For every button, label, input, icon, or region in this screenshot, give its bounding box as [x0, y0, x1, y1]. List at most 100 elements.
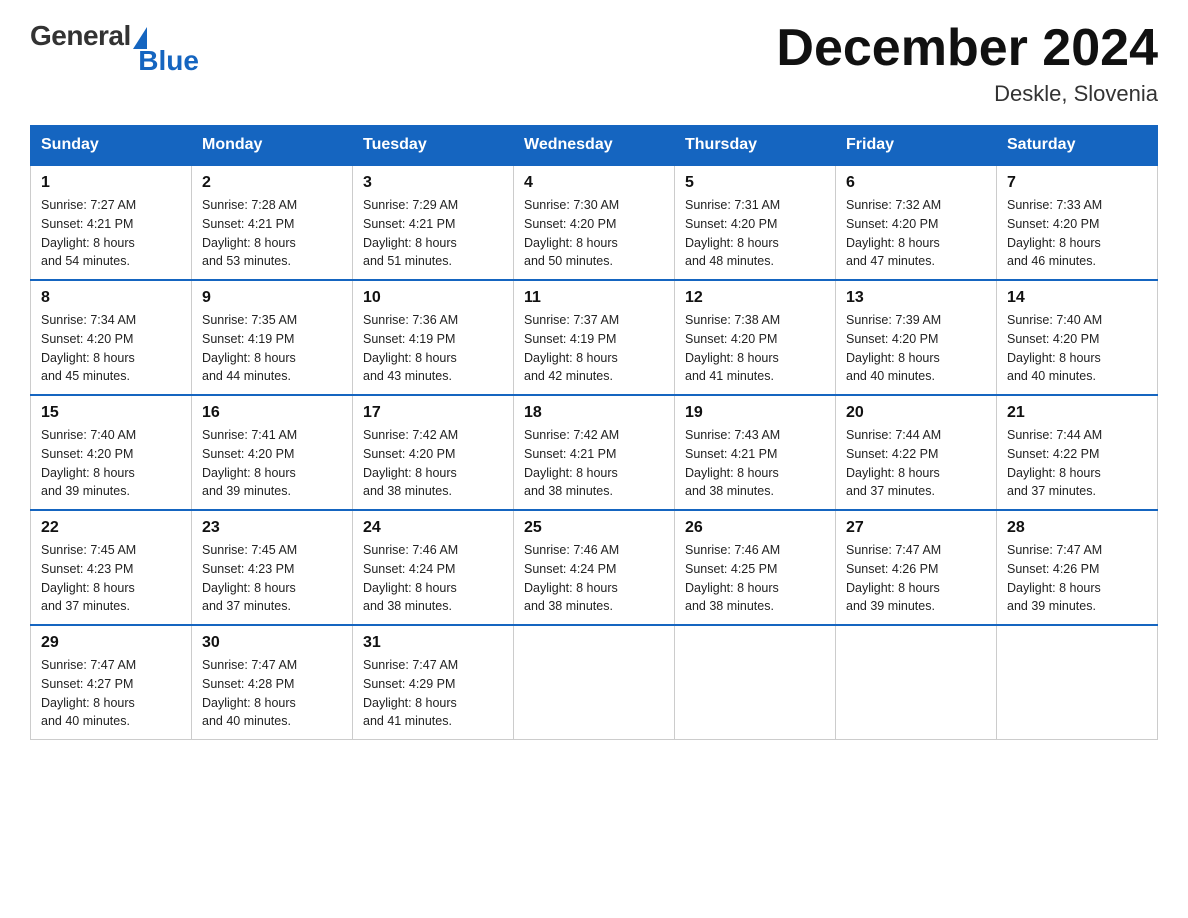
day-info: Sunrise: 7:47 AM Sunset: 4:26 PM Dayligh…: [1007, 541, 1147, 616]
day-number: 22: [41, 519, 181, 537]
calendar-header-row: Sunday Monday Tuesday Wednesday Thursday…: [31, 126, 1158, 166]
day-info: Sunrise: 7:38 AM Sunset: 4:20 PM Dayligh…: [685, 311, 825, 386]
day-info: Sunrise: 7:28 AM Sunset: 4:21 PM Dayligh…: [202, 196, 342, 271]
day-info: Sunrise: 7:33 AM Sunset: 4:20 PM Dayligh…: [1007, 196, 1147, 271]
day-info: Sunrise: 7:47 AM Sunset: 4:29 PM Dayligh…: [363, 656, 503, 731]
table-row: 27 Sunrise: 7:47 AM Sunset: 4:26 PM Dayl…: [836, 510, 997, 625]
day-info: Sunrise: 7:45 AM Sunset: 4:23 PM Dayligh…: [202, 541, 342, 616]
day-number: 10: [363, 289, 503, 307]
calendar-week-row: 1 Sunrise: 7:27 AM Sunset: 4:21 PM Dayli…: [31, 165, 1158, 280]
month-title: December 2024: [776, 20, 1158, 77]
table-row: 21 Sunrise: 7:44 AM Sunset: 4:22 PM Dayl…: [997, 395, 1158, 510]
day-number: 27: [846, 519, 986, 537]
header-monday: Monday: [192, 126, 353, 166]
day-number: 3: [363, 174, 503, 192]
table-row: 23 Sunrise: 7:45 AM Sunset: 4:23 PM Dayl…: [192, 510, 353, 625]
day-number: 4: [524, 174, 664, 192]
day-info: Sunrise: 7:35 AM Sunset: 4:19 PM Dayligh…: [202, 311, 342, 386]
table-row: 24 Sunrise: 7:46 AM Sunset: 4:24 PM Dayl…: [353, 510, 514, 625]
calendar-table: Sunday Monday Tuesday Wednesday Thursday…: [30, 125, 1158, 740]
day-number: 16: [202, 404, 342, 422]
day-info: Sunrise: 7:46 AM Sunset: 4:25 PM Dayligh…: [685, 541, 825, 616]
location: Deskle, Slovenia: [776, 81, 1158, 107]
calendar-week-row: 22 Sunrise: 7:45 AM Sunset: 4:23 PM Dayl…: [31, 510, 1158, 625]
table-row: 2 Sunrise: 7:28 AM Sunset: 4:21 PM Dayli…: [192, 165, 353, 280]
calendar-week-row: 8 Sunrise: 7:34 AM Sunset: 4:20 PM Dayli…: [31, 280, 1158, 395]
day-number: 9: [202, 289, 342, 307]
day-number: 26: [685, 519, 825, 537]
table-row: 9 Sunrise: 7:35 AM Sunset: 4:19 PM Dayli…: [192, 280, 353, 395]
day-info: Sunrise: 7:45 AM Sunset: 4:23 PM Dayligh…: [41, 541, 181, 616]
table-row: 5 Sunrise: 7:31 AM Sunset: 4:20 PM Dayli…: [675, 165, 836, 280]
day-number: 28: [1007, 519, 1147, 537]
day-info: Sunrise: 7:42 AM Sunset: 4:20 PM Dayligh…: [363, 426, 503, 501]
header-saturday: Saturday: [997, 126, 1158, 166]
table-row: 29 Sunrise: 7:47 AM Sunset: 4:27 PM Dayl…: [31, 625, 192, 740]
day-number: 15: [41, 404, 181, 422]
header-friday: Friday: [836, 126, 997, 166]
day-info: Sunrise: 7:47 AM Sunset: 4:27 PM Dayligh…: [41, 656, 181, 731]
table-row: 31 Sunrise: 7:47 AM Sunset: 4:29 PM Dayl…: [353, 625, 514, 740]
header-thursday: Thursday: [675, 126, 836, 166]
day-info: Sunrise: 7:36 AM Sunset: 4:19 PM Dayligh…: [363, 311, 503, 386]
day-info: Sunrise: 7:43 AM Sunset: 4:21 PM Dayligh…: [685, 426, 825, 501]
logo: General General Blue: [30, 20, 199, 80]
day-info: Sunrise: 7:40 AM Sunset: 4:20 PM Dayligh…: [41, 426, 181, 501]
page-header: General General Blue December 2024 Deskl…: [30, 20, 1158, 107]
table-row: 18 Sunrise: 7:42 AM Sunset: 4:21 PM Dayl…: [514, 395, 675, 510]
day-number: 18: [524, 404, 664, 422]
table-row: 8 Sunrise: 7:34 AM Sunset: 4:20 PM Dayli…: [31, 280, 192, 395]
table-row: [997, 625, 1158, 740]
day-number: 23: [202, 519, 342, 537]
day-info: Sunrise: 7:37 AM Sunset: 4:19 PM Dayligh…: [524, 311, 664, 386]
table-row: 28 Sunrise: 7:47 AM Sunset: 4:26 PM Dayl…: [997, 510, 1158, 625]
day-number: 6: [846, 174, 986, 192]
day-number: 25: [524, 519, 664, 537]
day-number: 30: [202, 634, 342, 652]
table-row: 4 Sunrise: 7:30 AM Sunset: 4:20 PM Dayli…: [514, 165, 675, 280]
header-tuesday: Tuesday: [353, 126, 514, 166]
day-number: 13: [846, 289, 986, 307]
day-info: Sunrise: 7:29 AM Sunset: 4:21 PM Dayligh…: [363, 196, 503, 271]
header-wednesday: Wednesday: [514, 126, 675, 166]
day-info: Sunrise: 7:40 AM Sunset: 4:20 PM Dayligh…: [1007, 311, 1147, 386]
table-row: 20 Sunrise: 7:44 AM Sunset: 4:22 PM Dayl…: [836, 395, 997, 510]
day-info: Sunrise: 7:39 AM Sunset: 4:20 PM Dayligh…: [846, 311, 986, 386]
day-number: 20: [846, 404, 986, 422]
day-info: Sunrise: 7:30 AM Sunset: 4:20 PM Dayligh…: [524, 196, 664, 271]
day-number: 11: [524, 289, 664, 307]
calendar-week-row: 15 Sunrise: 7:40 AM Sunset: 4:20 PM Dayl…: [31, 395, 1158, 510]
day-number: 29: [41, 634, 181, 652]
day-info: Sunrise: 7:46 AM Sunset: 4:24 PM Dayligh…: [524, 541, 664, 616]
day-info: Sunrise: 7:47 AM Sunset: 4:26 PM Dayligh…: [846, 541, 986, 616]
day-info: Sunrise: 7:27 AM Sunset: 4:21 PM Dayligh…: [41, 196, 181, 271]
table-row: 25 Sunrise: 7:46 AM Sunset: 4:24 PM Dayl…: [514, 510, 675, 625]
day-number: 24: [363, 519, 503, 537]
day-info: Sunrise: 7:46 AM Sunset: 4:24 PM Dayligh…: [363, 541, 503, 616]
table-row: 7 Sunrise: 7:33 AM Sunset: 4:20 PM Dayli…: [997, 165, 1158, 280]
day-info: Sunrise: 7:31 AM Sunset: 4:20 PM Dayligh…: [685, 196, 825, 271]
table-row: 10 Sunrise: 7:36 AM Sunset: 4:19 PM Dayl…: [353, 280, 514, 395]
day-info: Sunrise: 7:47 AM Sunset: 4:28 PM Dayligh…: [202, 656, 342, 731]
table-row: 19 Sunrise: 7:43 AM Sunset: 4:21 PM Dayl…: [675, 395, 836, 510]
day-info: Sunrise: 7:41 AM Sunset: 4:20 PM Dayligh…: [202, 426, 342, 501]
day-info: Sunrise: 7:34 AM Sunset: 4:20 PM Dayligh…: [41, 311, 181, 386]
day-number: 12: [685, 289, 825, 307]
day-number: 1: [41, 174, 181, 192]
table-row: 12 Sunrise: 7:38 AM Sunset: 4:20 PM Dayl…: [675, 280, 836, 395]
day-info: Sunrise: 7:42 AM Sunset: 4:21 PM Dayligh…: [524, 426, 664, 501]
table-row: 15 Sunrise: 7:40 AM Sunset: 4:20 PM Dayl…: [31, 395, 192, 510]
day-number: 21: [1007, 404, 1147, 422]
day-number: 31: [363, 634, 503, 652]
day-info: Sunrise: 7:32 AM Sunset: 4:20 PM Dayligh…: [846, 196, 986, 271]
table-row: [836, 625, 997, 740]
day-number: 19: [685, 404, 825, 422]
day-number: 7: [1007, 174, 1147, 192]
table-row: [675, 625, 836, 740]
calendar-week-row: 29 Sunrise: 7:47 AM Sunset: 4:27 PM Dayl…: [31, 625, 1158, 740]
table-row: 6 Sunrise: 7:32 AM Sunset: 4:20 PM Dayli…: [836, 165, 997, 280]
day-number: 17: [363, 404, 503, 422]
day-number: 8: [41, 289, 181, 307]
table-row: 30 Sunrise: 7:47 AM Sunset: 4:28 PM Dayl…: [192, 625, 353, 740]
day-info: Sunrise: 7:44 AM Sunset: 4:22 PM Dayligh…: [846, 426, 986, 501]
